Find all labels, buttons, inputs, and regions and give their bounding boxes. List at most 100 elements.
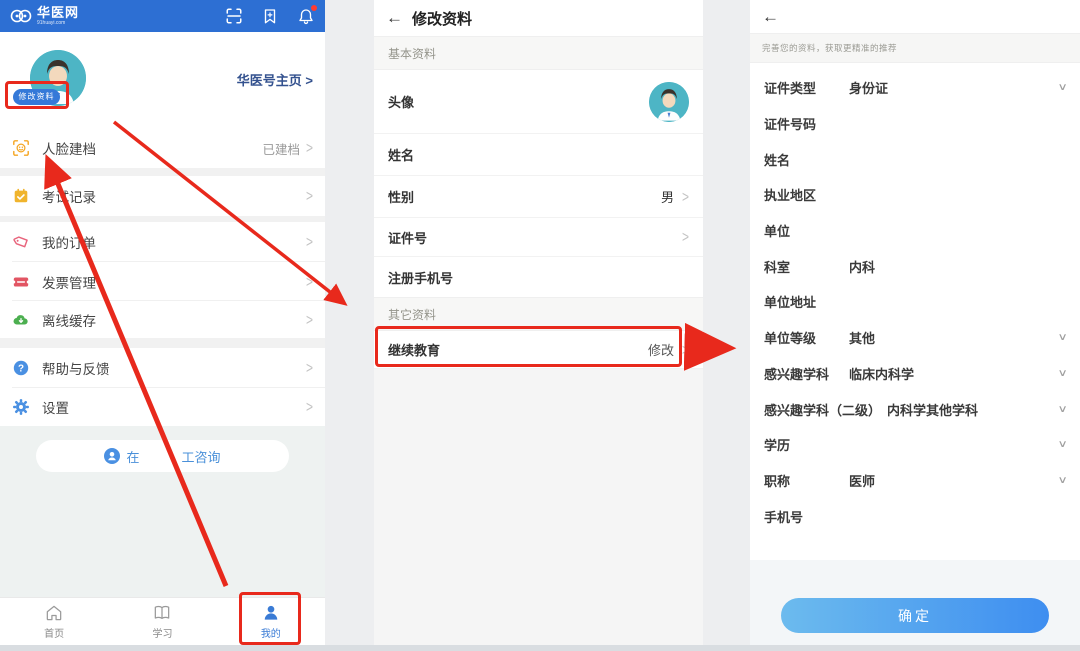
field-practice-region[interactable]: 执业地区 xyxy=(750,177,1080,213)
field-label: 姓名 xyxy=(764,150,849,169)
invoice-ticket-icon xyxy=(12,273,30,291)
chevron-right-icon: > xyxy=(682,187,689,205)
form-hint: 完善您的资料，获取更精准的推荐 xyxy=(750,33,1080,63)
section-header-basic: 基本资料 xyxy=(374,36,703,70)
menu-item-help-feedback[interactable]: ? 帮助与反馈 > xyxy=(0,348,325,387)
row-id-number[interactable]: 证件号 > xyxy=(374,218,703,257)
chevron-down-icon: ∨ xyxy=(1057,82,1067,93)
gender-value: 男 xyxy=(661,187,674,206)
field-name[interactable]: 姓名 xyxy=(750,141,1080,177)
field-label: 学历 xyxy=(764,435,849,454)
empty-area xyxy=(374,369,703,645)
tab-label: 学习 xyxy=(152,625,172,640)
study-book-icon xyxy=(152,603,172,623)
consult-label-suffix: 工咨询 xyxy=(182,447,221,466)
screen-education-form: ← 完善您的资料，获取更精准的推荐 证件类型 身份证 ∨ 证件号码 姓名 执业地… xyxy=(750,0,1080,645)
page-title: 修改资料 xyxy=(412,8,472,29)
menu-item-face-archive[interactable]: 人脸建档 已建档 > xyxy=(0,128,325,168)
row-avatar[interactable]: 头像 xyxy=(374,70,703,134)
online-consult-button[interactable]: 在 工咨询 xyxy=(36,440,289,472)
bookmark-add-icon[interactable] xyxy=(261,7,279,25)
huayi-logo-icon xyxy=(10,8,32,24)
walkthrough-page: 华医网 91huayi.com xyxy=(0,0,1080,651)
bottom-strip xyxy=(0,645,1080,651)
menu-item-offline-cache[interactable]: 离线缓存 > xyxy=(0,301,325,338)
exam-record-icon xyxy=(12,187,30,205)
menu-label: 设置 xyxy=(42,397,69,417)
back-icon[interactable]: ← xyxy=(386,8,412,28)
annotation-box-continuing-education xyxy=(375,326,682,367)
row-name[interactable]: 姓名 xyxy=(374,134,703,176)
row-label: 注册手机号 xyxy=(388,268,453,287)
scan-icon[interactable] xyxy=(225,7,243,25)
bell-icon[interactable] xyxy=(297,7,315,25)
field-label: 证件类型 xyxy=(764,78,849,97)
field-interest-subject[interactable]: 感兴趣学科 临床内科学 ∨ xyxy=(750,356,1080,392)
app-header: 华医网 91huayi.com xyxy=(0,0,325,32)
chevron-right-icon: > xyxy=(682,340,689,358)
row-label: 头像 xyxy=(388,92,414,111)
menu-item-my-orders[interactable]: 我的订单 > xyxy=(0,222,325,261)
field-value: 医师 xyxy=(849,471,875,490)
settings-gear-icon xyxy=(12,398,30,416)
svg-text:?: ? xyxy=(18,363,24,374)
huayi-homepage-link[interactable]: 华医号主页 > xyxy=(237,70,313,89)
field-value: 其他 xyxy=(849,328,875,347)
field-label: 科室 xyxy=(764,257,849,276)
menu-label: 我的订单 xyxy=(42,232,96,252)
chevron-right-icon: > xyxy=(306,187,313,205)
field-education-level[interactable]: 学历 ∨ xyxy=(750,427,1080,463)
tab-home[interactable]: 首页 xyxy=(0,598,108,645)
row-gender[interactable]: 性别 男 > xyxy=(374,176,703,218)
field-id-type[interactable]: 证件类型 身份证 ∨ xyxy=(750,70,1080,106)
chevron-down-icon: ∨ xyxy=(1057,439,1067,450)
orders-tag-icon xyxy=(12,233,30,251)
redaction-block xyxy=(146,449,176,463)
chevron-right-icon: > xyxy=(306,310,313,328)
chevron-right-icon: > xyxy=(306,232,313,250)
menu-item-settings[interactable]: 设置 > xyxy=(0,388,325,426)
field-workplace-address[interactable]: 单位地址 xyxy=(750,284,1080,320)
confirm-button[interactable]: 确定 xyxy=(781,598,1049,633)
chevron-down-icon: ∨ xyxy=(1057,332,1067,343)
face-archive-status: 已建档 xyxy=(262,139,300,158)
annotation-box-my-tab xyxy=(239,592,301,645)
screen-edit-profile: ← 修改资料 基本资料 头像 姓名 性别 xyxy=(374,0,703,645)
field-interest-subject-level2[interactable]: 感兴趣学科（二级） 内科学其他学科 ∨ xyxy=(750,391,1080,427)
field-id-number[interactable]: 证件号码 xyxy=(750,106,1080,142)
field-label: 职称 xyxy=(764,471,849,490)
back-icon[interactable]: ← xyxy=(762,7,788,27)
annotation-box-edit-profile xyxy=(5,81,69,109)
chevron-right-icon: > xyxy=(682,228,689,246)
avatar-thumbnail xyxy=(649,82,689,122)
field-label: 单位等级 xyxy=(764,328,849,347)
field-label: 证件号码 xyxy=(764,114,849,133)
field-department[interactable]: 科室 内科 xyxy=(750,248,1080,284)
chevron-down-icon: ∨ xyxy=(1057,404,1067,415)
face-scan-icon xyxy=(12,139,30,157)
chevron-right-icon: > xyxy=(306,272,313,290)
notification-badge xyxy=(311,5,317,11)
field-value: 身份证 xyxy=(849,78,888,97)
chevron-right-icon: > xyxy=(306,358,313,376)
field-label: 单位地址 xyxy=(764,292,849,311)
field-workplace[interactable]: 单位 xyxy=(750,213,1080,249)
field-workplace-level[interactable]: 单位等级 其他 ∨ xyxy=(750,320,1080,356)
menu-label: 帮助与反馈 xyxy=(42,358,110,378)
offline-cache-cloud-icon xyxy=(12,311,30,329)
menu-label: 发票管理 xyxy=(42,272,96,292)
menu-item-exam-records[interactable]: 考试记录 > xyxy=(0,176,325,216)
menu-item-invoice[interactable]: 发票管理 > xyxy=(0,262,325,301)
field-phone[interactable]: 手机号 xyxy=(750,498,1080,534)
app-logo: 华医网 91huayi.com xyxy=(10,6,79,26)
tab-study[interactable]: 学习 xyxy=(108,598,216,645)
row-registered-phone[interactable]: 注册手机号 xyxy=(374,257,703,297)
row-label: 证件号 xyxy=(388,228,427,247)
field-label: 感兴趣学科 xyxy=(764,364,849,383)
row-label: 姓名 xyxy=(388,145,414,164)
menu-label: 考试记录 xyxy=(42,186,96,206)
field-professional-title[interactable]: 职称 医师 ∨ xyxy=(750,463,1080,499)
chevron-down-icon: ∨ xyxy=(1057,368,1067,379)
field-label: 感兴趣学科（二级） xyxy=(764,400,881,419)
menu-label: 离线缓存 xyxy=(42,310,96,330)
